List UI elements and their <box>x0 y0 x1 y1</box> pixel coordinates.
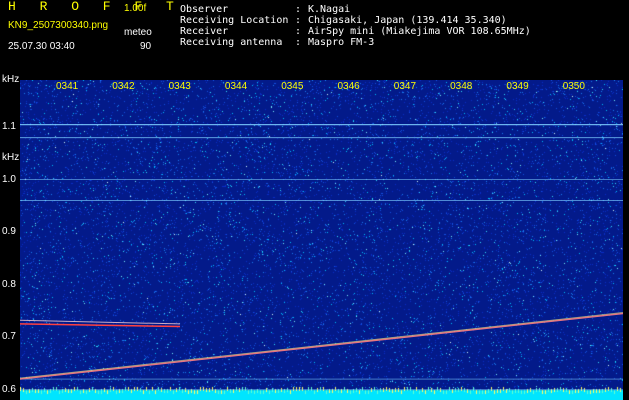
antenna-value: Maspro FM-3 <box>308 37 375 48</box>
meteor-trace <box>20 323 181 328</box>
time-tick-label: 0350 <box>562 81 585 92</box>
time-tick-label: 0343 <box>168 81 191 92</box>
doppler-trace <box>20 312 623 380</box>
y-tick-label: 1.1 <box>2 121 16 133</box>
y-tick-label: 0.9 <box>2 226 16 238</box>
time-tick-label: 0349 <box>506 81 529 92</box>
datetime-label: 25.07.30 03:40 <box>8 41 75 52</box>
time-tick-label: 0342 <box>112 81 135 92</box>
version-label: 1.00f <box>124 3 147 14</box>
app-title: H R O F F T <box>8 0 182 14</box>
y-tick-label: 0.6 <box>2 383 16 395</box>
unit-label-top: kHz <box>2 74 20 85</box>
time-tick-label: 0348 <box>450 81 473 92</box>
time-tick-label: 0347 <box>393 81 417 92</box>
y-tick-label: 1.0 <box>2 173 16 185</box>
antenna-key: Receiving antenna <box>180 37 283 48</box>
y-tick-label: 0.8 <box>2 278 16 290</box>
time-tick-label: 0346 <box>337 81 360 92</box>
meteor-trace <box>20 319 181 325</box>
time-tick-label: 0344 <box>224 81 248 92</box>
spectrogram: 0341 0342 0343 0344 0345 0346 0347 0348 0349 0350 <box>20 80 623 400</box>
hrofft-window: H R O F F T 1.00f KN9_2507300340.png met… <box>0 0 629 400</box>
time-tick-label: 0345 <box>281 81 304 92</box>
antenna-sep: : <box>295 37 302 48</box>
spectrogram-overlay <box>20 123 623 390</box>
meteo-label: meteo <box>124 27 152 38</box>
filename-label: KN9_2507300340.png <box>8 20 109 31</box>
meteo-value: 90 <box>140 41 152 52</box>
unit-label-mid: kHz <box>2 152 20 163</box>
time-tick-label: 0341 <box>56 81 79 92</box>
y-tick-label: 0.7 <box>2 331 16 343</box>
